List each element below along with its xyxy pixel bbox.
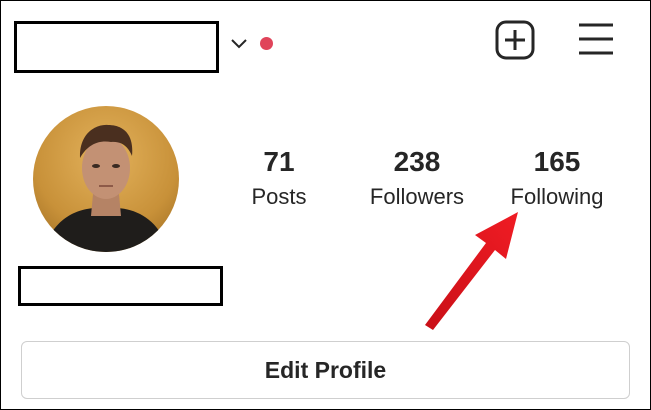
avatar[interactable]: [33, 106, 179, 252]
profile-photo-icon: [33, 106, 179, 252]
username-redacted-box[interactable]: [14, 21, 219, 73]
following-label: Following: [510, 184, 604, 209]
notification-dot: [260, 37, 273, 50]
stat-followers[interactable]: 238 Followers: [352, 145, 482, 211]
name-redacted-box: [18, 266, 223, 306]
posts-count: 71: [263, 146, 295, 177]
edit-profile-button[interactable]: Edit Profile: [21, 341, 630, 399]
followers-count: 238: [393, 146, 441, 177]
stat-following[interactable]: 165 Following: [492, 145, 622, 211]
stat-posts[interactable]: 71 Posts: [214, 145, 344, 211]
hamburger-menu-icon[interactable]: [577, 22, 615, 56]
posts-label: Posts: [251, 184, 307, 209]
following-count: 165: [533, 146, 581, 177]
plus-square-icon[interactable]: [495, 20, 535, 60]
chevron-down-icon[interactable]: [230, 37, 248, 49]
followers-label: Followers: [369, 184, 465, 209]
